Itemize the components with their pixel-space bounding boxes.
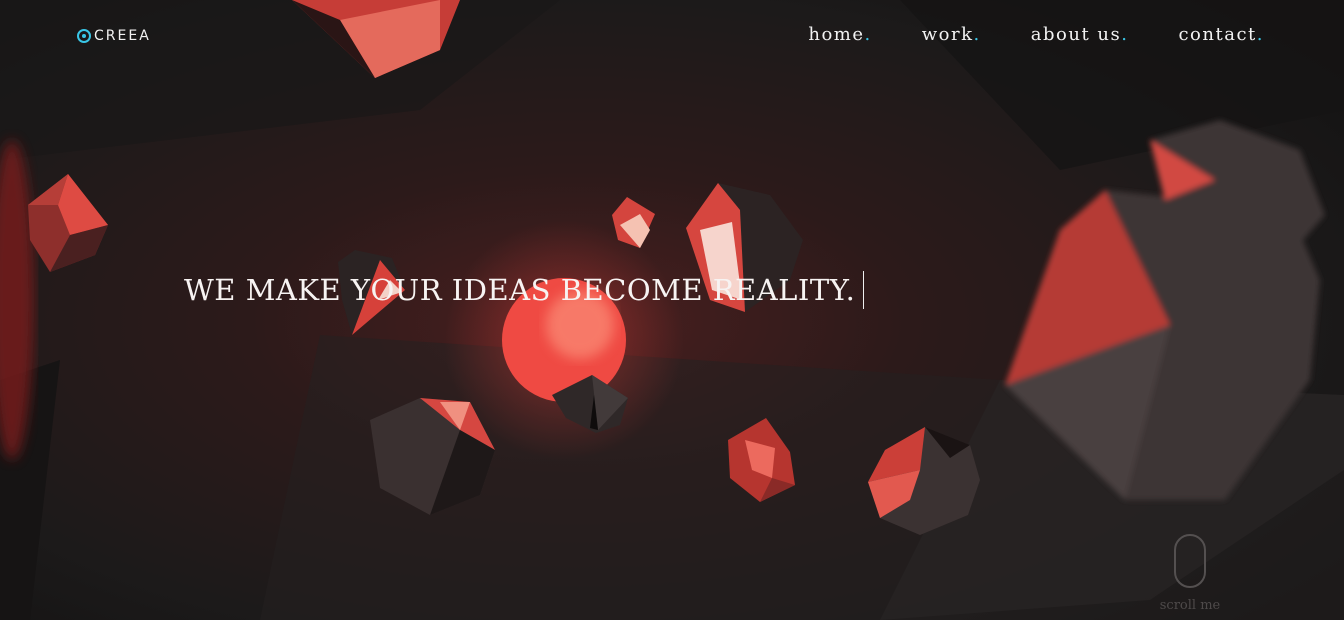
nav-dot: .: [864, 24, 872, 45]
scroll-indicator[interactable]: scroll me: [1155, 534, 1225, 620]
site-header: CREEA home. work. about us. contact.: [0, 0, 1344, 70]
main-nav: home. work. about us. contact.: [758, 22, 1264, 48]
nav-home[interactable]: home.: [808, 22, 871, 48]
mouse-icon: [1174, 534, 1206, 588]
scroll-label: scroll me: [1159, 598, 1221, 613]
nav-dot: .: [1121, 24, 1129, 45]
nav-work[interactable]: work.: [922, 22, 981, 48]
nav-dot: .: [1256, 24, 1264, 45]
nav-about-us[interactable]: about us.: [1031, 22, 1129, 48]
nav-contact[interactable]: contact.: [1178, 22, 1264, 48]
nav-dot: .: [973, 24, 981, 45]
typing-caret: [863, 271, 865, 309]
logo[interactable]: CREEA: [77, 27, 151, 45]
logo-mark-icon: [77, 29, 91, 43]
headline-text: WE MAKE YOUR IDEAS BECOME REALITY.: [184, 273, 856, 307]
logo-text: CREEA: [94, 28, 151, 44]
hero-headline: WE MAKE YOUR IDEAS BECOME REALITY.: [184, 268, 865, 312]
